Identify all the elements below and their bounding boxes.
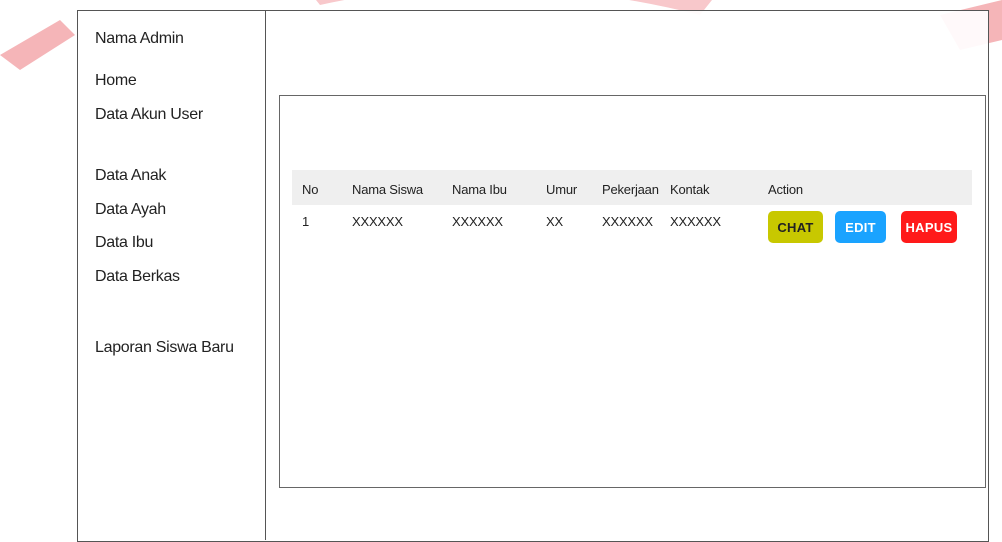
- sidebar-item-data-ayah[interactable]: Data Ayah: [95, 201, 166, 219]
- sidebar-item-laporan-siswa-baru[interactable]: Laporan Siswa Baru: [95, 339, 234, 357]
- header-umur: Umur: [546, 182, 577, 197]
- sidebar-item-data-ibu[interactable]: Data Ibu: [95, 234, 153, 252]
- header-nama-siswa: Nama Siswa: [352, 182, 423, 197]
- cell-no: 1: [302, 214, 310, 229]
- chat-button[interactable]: CHAT: [768, 211, 823, 243]
- cell-kontak: XXXXXX: [670, 214, 721, 229]
- header-action: Action: [768, 182, 803, 197]
- cell-umur: XX: [546, 214, 563, 229]
- cell-nama-siswa: XXXXXX: [352, 214, 403, 229]
- edit-button[interactable]: EDIT: [835, 211, 886, 243]
- sidebar-item-home[interactable]: Home: [95, 72, 137, 90]
- cell-pekerjaan: XXXXXX: [602, 214, 653, 229]
- sidebar-item-data-anak[interactable]: Data Anak: [95, 167, 166, 185]
- data-panel: No Nama Siswa Nama Ibu Umur Pekerjaan Ko…: [279, 95, 986, 488]
- header-nama-ibu: Nama Ibu: [452, 182, 507, 197]
- hapus-button[interactable]: HAPUS: [901, 211, 957, 243]
- admin-name: Nama Admin: [95, 30, 184, 47]
- header-pekerjaan: Pekerjaan: [602, 182, 659, 197]
- sidebar: Nama Admin Home Data Akun User Data Anak…: [77, 10, 266, 540]
- sidebar-item-data-berkas[interactable]: Data Berkas: [95, 268, 180, 286]
- header-kontak: Kontak: [670, 182, 710, 197]
- header-no: No: [302, 182, 319, 197]
- cell-nama-ibu: XXXXXX: [452, 214, 503, 229]
- sidebar-item-data-akun-user[interactable]: Data Akun User: [95, 106, 203, 124]
